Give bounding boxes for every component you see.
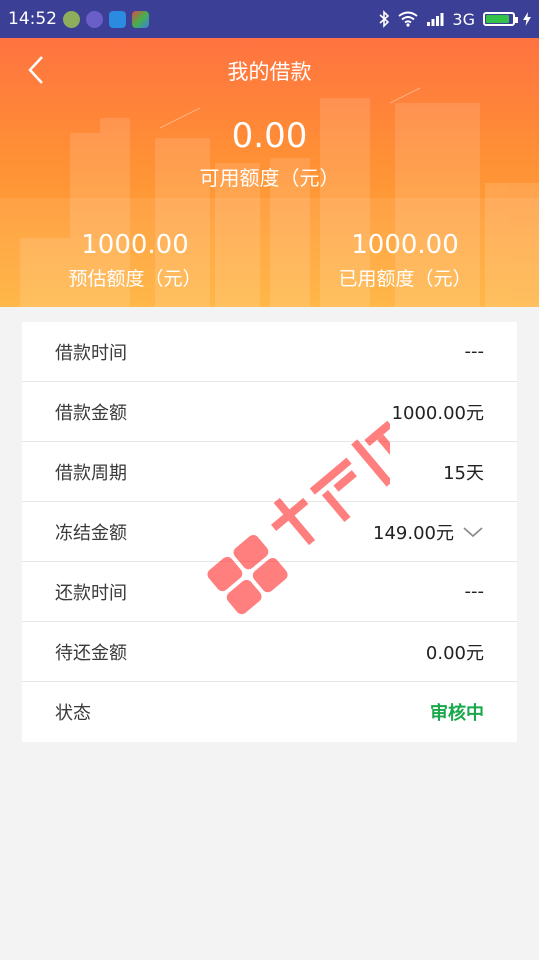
row-label: 冻结金额 [55, 522, 127, 544]
amount-due-row: 待还金额 0.00元 [22, 622, 517, 682]
loan-time-row: 借款时间 --- [22, 322, 517, 382]
row-label: 状态 [55, 703, 91, 724]
status-badge: 审核中 [430, 703, 484, 724]
page-title: 我的借款 [227, 60, 312, 84]
row-value: 149.00元 [373, 522, 454, 544]
row-value: --- [464, 341, 485, 362]
maps-icon [132, 10, 149, 28]
available-label: 可用额度（元） [199, 166, 340, 190]
row-value: 0.00元 [425, 642, 484, 664]
repayment-time-row: 还款时间 --- [22, 562, 517, 622]
scan-icon [109, 10, 126, 28]
estimated-quota: 1000.00 预估额度（元） [0, 230, 270, 291]
row-label: 借款金额 [55, 402, 127, 424]
row-value: 15天 [443, 462, 484, 484]
row-value: 1000.00元 [391, 402, 484, 424]
estimated-label: 预估额度（元） [68, 268, 202, 290]
battery-icon [483, 12, 518, 26]
loan-details-card: 借款时间 --- 借款金额 1000.00元 借款周期 15天 冻结金额 149… [22, 322, 517, 742]
bluetooth-icon [379, 10, 390, 28]
row-label: 待还金额 [55, 642, 127, 664]
loan-summary-header: 我的借款 0.00 可用额度（元） 1000.00 预估额度（元） 1000.0… [0, 38, 539, 307]
frozen-amount-row[interactable]: 冻结金额 149.00元 [22, 502, 517, 562]
charging-icon [523, 12, 531, 26]
network-type: 3G [452, 9, 475, 29]
row-label: 借款周期 [55, 462, 127, 484]
loan-amount-row: 借款金额 1000.00元 [22, 382, 517, 442]
chevron-down-icon[interactable] [462, 521, 484, 543]
row-label: 还款时间 [55, 582, 127, 604]
used-label: 已用额度（元） [338, 268, 472, 290]
used-quota: 1000.00 已用额度（元） [270, 230, 539, 291]
signal-icon [427, 13, 444, 26]
frozen-amount-value-group: 149.00元 [373, 519, 484, 545]
row-value: --- [464, 581, 485, 602]
status-bar: 14:52 3G [0, 0, 539, 38]
search-circle-icon [86, 10, 103, 28]
used-amount: 1000.00 [351, 230, 459, 260]
clock: 14:52 [8, 9, 57, 29]
wifi-icon [398, 11, 419, 27]
row-label: 借款时间 [55, 342, 127, 364]
available-amount: 0.00 [231, 116, 308, 156]
status-row: 状态 审核中 [22, 682, 517, 742]
battery-level [486, 15, 510, 23]
add-circle-icon [63, 10, 80, 28]
estimated-amount: 1000.00 [81, 230, 189, 260]
loan-period-row: 借款周期 15天 [22, 442, 517, 502]
